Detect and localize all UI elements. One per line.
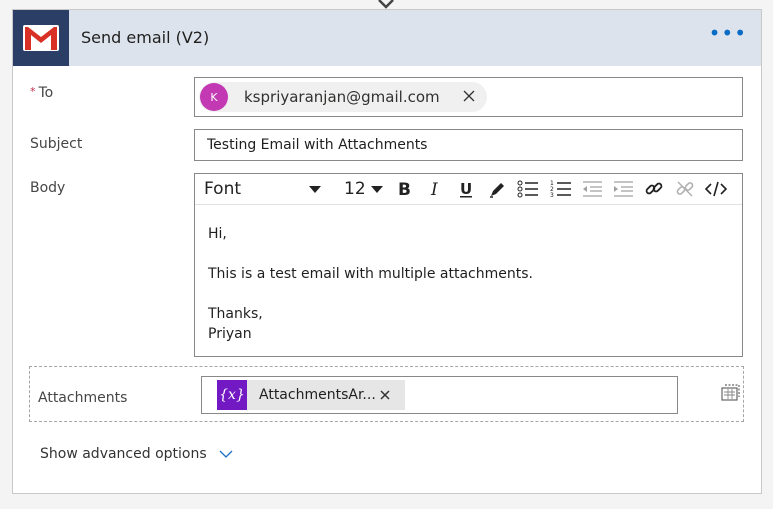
recipient-email: kspriyaranjan@gmail.com [244, 88, 440, 106]
body-label: Body [30, 180, 66, 196]
chevron-down-icon [309, 186, 321, 193]
body-closing: Thanks, [208, 306, 263, 322]
required-mark: * [30, 85, 36, 98]
font-size-dropdown[interactable]: 12 [339, 177, 387, 201]
font-size-label: 12 [344, 179, 366, 199]
show-advanced-options-toggle[interactable]: Show advanced options [40, 446, 233, 462]
attachments-token-label: AttachmentsAr... [259, 387, 376, 403]
code-view-icon[interactable] [703, 177, 729, 201]
switch-to-array-input-icon[interactable] [719, 381, 741, 403]
remove-recipient-close-icon[interactable] [461, 88, 477, 104]
gmail-icon [13, 10, 69, 66]
expression-icon: {x} [217, 380, 247, 410]
remove-token-close-icon[interactable] [379, 389, 391, 401]
increase-indent-icon[interactable] [610, 177, 636, 201]
svg-text:B: B [398, 180, 411, 198]
svg-text:U: U [460, 180, 472, 198]
chevron-down-icon [219, 450, 233, 458]
svg-text:I: I [430, 180, 438, 198]
svg-text:3: 3 [550, 192, 554, 198]
action-header[interactable]: Send email (V2) ••• [13, 10, 761, 66]
to-field[interactable]: K kspriyaranjan@gmail.com [194, 77, 743, 117]
avatar: K [200, 83, 228, 111]
more-options-icon[interactable]: ••• [709, 23, 747, 43]
body-greeting: Hi, [208, 226, 227, 242]
link-icon[interactable] [641, 177, 667, 201]
chevron-down-icon [371, 186, 383, 193]
decrease-indent-icon[interactable] [579, 177, 605, 201]
attachments-label: Attachments [38, 390, 128, 406]
body-content[interactable]: Hi, This is a test email with multiple a… [208, 224, 533, 344]
unlink-icon[interactable] [672, 177, 698, 201]
action-title[interactable]: Send email (V2) [81, 28, 209, 47]
body-message: This is a test email with multiple attac… [208, 266, 533, 282]
recipient-chip[interactable]: K kspriyaranjan@gmail.com [199, 82, 487, 112]
attachments-input[interactable]: {x} AttachmentsAr... [201, 376, 678, 414]
to-label: * To [30, 85, 53, 101]
attachments-token[interactable]: {x} AttachmentsAr... [217, 380, 405, 410]
bold-icon[interactable]: B [392, 177, 418, 201]
body-signature: Priyan [208, 326, 252, 342]
bullet-list-icon[interactable] [515, 177, 541, 201]
body-editor[interactable]: Font 12 B I U 123 Hi, This is a test ema… [194, 173, 743, 357]
to-label-text: To [38, 85, 54, 101]
rich-text-toolbar: Font 12 B I U 123 [195, 174, 742, 205]
italic-icon[interactable]: I [422, 177, 448, 201]
underline-icon[interactable]: U [453, 177, 479, 201]
advanced-options-label: Show advanced options [40, 446, 207, 462]
subject-input[interactable]: Testing Email with Attachments [194, 129, 743, 161]
highlight-icon[interactable] [484, 177, 510, 201]
attachments-section: Attachments {x} AttachmentsAr... [29, 366, 744, 422]
subject-label: Subject [30, 136, 83, 152]
send-email-action-card: Send email (V2) ••• * To K kspriyaranjan@… [12, 9, 762, 494]
font-dropdown-label: Font [204, 179, 242, 199]
font-dropdown[interactable]: Font [197, 177, 333, 201]
numbered-list-icon[interactable]: 123 [548, 177, 574, 201]
